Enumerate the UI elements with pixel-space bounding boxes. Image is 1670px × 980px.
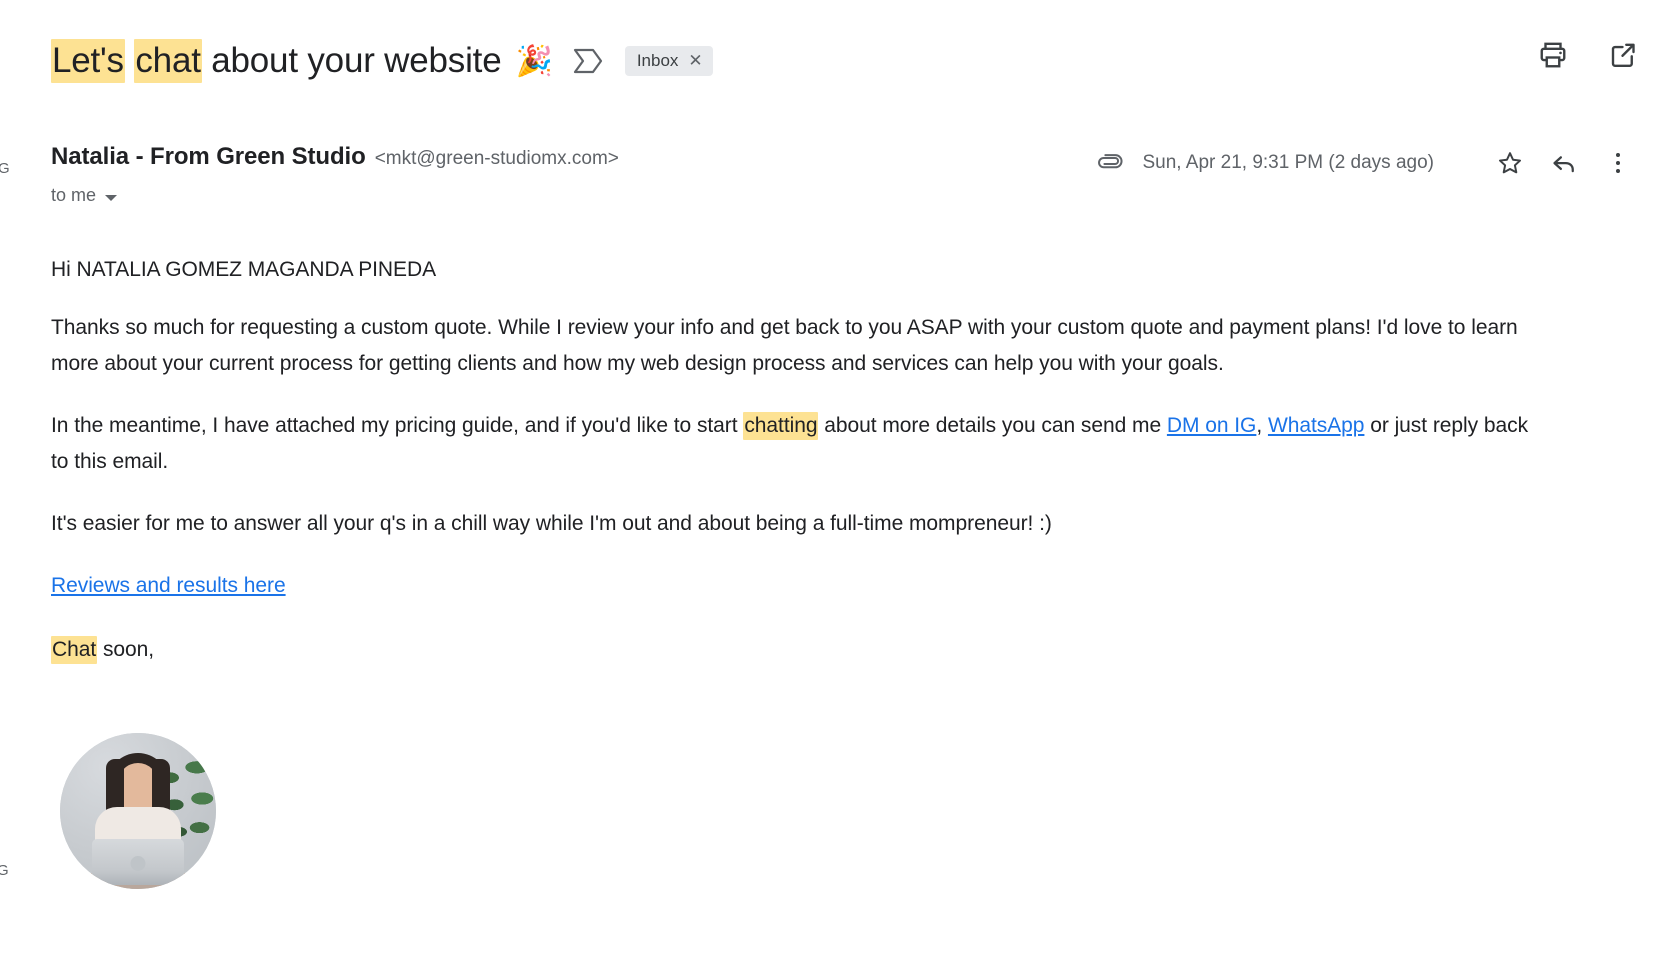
inbox-label-text: Inbox <box>636 51 679 70</box>
open-in-new-window-icon[interactable] <box>1608 40 1638 75</box>
kebab-dots <box>1616 153 1620 173</box>
paperclip-icon <box>1096 147 1124 180</box>
paragraph-2-part-2: about more details you can send me <box>818 414 1167 437</box>
avatar-laptop <box>92 839 184 885</box>
body-paragraph-2: In the meantime, I have attached my pric… <box>51 408 1547 480</box>
link-whatsapp[interactable]: WhatsApp <box>1268 414 1365 437</box>
subject-row: Let's chat about your website 🎉 Inbox ✕ <box>51 33 1630 89</box>
message-meta: Sun, Apr 21, 9:31 PM (2 days ago) <box>1096 143 1638 183</box>
inbox-label-chip[interactable]: Inbox ✕ <box>624 46 713 76</box>
left-edge-artifact-bottom: G <box>0 862 9 879</box>
signoff-rest: soon, <box>97 638 155 661</box>
paragraph-2-part-1: In the meantime, I have attached my pric… <box>51 414 744 437</box>
chevron-down-icon[interactable] <box>105 194 118 201</box>
email-view: G G Let's chat about your website 🎉 Inbo… <box>0 0 1670 980</box>
paragraph-2-highlight: chatting <box>743 412 819 440</box>
subject-rest: about your website <box>211 41 502 80</box>
star-icon[interactable] <box>1490 143 1530 183</box>
message-body: Hi NATALIA GOMEZ MAGANDA PINEDA Thanks s… <box>51 252 1547 694</box>
link-reviews-and-results[interactable]: Reviews and results here <box>51 574 286 597</box>
subject-highlight-2: chat <box>134 39 202 83</box>
body-paragraph-1: Thanks so much for requesting a custom q… <box>51 316 1518 375</box>
page-title: Let's chat about your website <box>51 37 502 85</box>
body-greeting: Hi NATALIA GOMEZ MAGANDA PINEDA <box>51 258 437 281</box>
print-icon[interactable] <box>1538 40 1568 75</box>
reply-icon[interactable] <box>1544 143 1584 183</box>
message-date: Sun, Apr 21, 9:31 PM (2 days ago) <box>1142 152 1434 173</box>
sender-email: <mkt@green-studiomx.com> <box>374 148 619 169</box>
signoff-highlight: Chat <box>51 636 98 664</box>
body-reviews-link-paragraph: Reviews and results here <box>51 568 1547 604</box>
sender-name: Natalia - From Green Studio <box>51 143 366 170</box>
party-popper-icon: 🎉 <box>515 45 553 78</box>
recipient-label: to me <box>51 185 97 205</box>
recipient-expander[interactable]: to me <box>51 185 118 206</box>
body-paragraph-3: It's easier for me to answer all your q'… <box>51 512 1052 535</box>
sender-row[interactable]: Natalia - From Green Studio <mkt@green-s… <box>51 143 619 171</box>
link-dm-on-ig[interactable]: DM on IG <box>1167 414 1257 437</box>
body-signoff: Chat soon, <box>51 632 1547 668</box>
more-options-icon[interactable] <box>1598 143 1638 183</box>
left-edge-artifact-top: G <box>0 160 11 177</box>
label-icon[interactable] <box>573 48 603 74</box>
top-actions <box>1538 40 1638 75</box>
close-icon[interactable]: ✕ <box>688 51 702 71</box>
paragraph-2-comma: , <box>1256 414 1268 437</box>
subject-highlight-1: Let's <box>51 39 125 83</box>
avatar <box>60 733 216 889</box>
